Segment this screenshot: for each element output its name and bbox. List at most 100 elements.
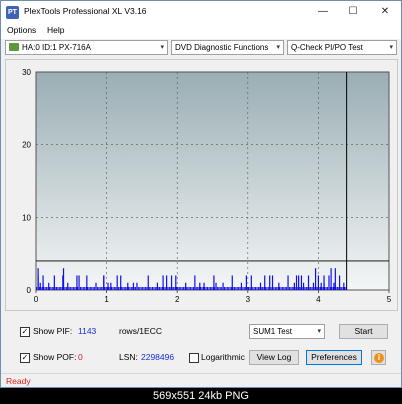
pi-bar-baseline [183,287,185,290]
pi-bar [307,275,310,290]
pi-bar-baseline [266,287,268,290]
pi-bar-baseline [233,287,235,290]
pi-bar-baseline [99,287,101,290]
image-caption: 569x551 24kb PNG [0,388,402,404]
pi-bar-peak [323,275,325,290]
pi-bar-baseline [280,287,282,290]
pi-bar-baseline [197,287,199,290]
pi-bar-peak [199,282,201,290]
pi-bar-peak [42,275,44,290]
x-tick-label: 3 [246,295,251,304]
pi-bar-peak [271,275,274,290]
pi-bar [333,282,335,290]
maximize-button[interactable]: ☐ [343,4,363,19]
pi-bar-baseline [113,287,115,290]
controls-panel: ✓ Show PIF: 1143 rows/1ECC SUM1 Test ▾ S… [1,315,401,375]
plot-area [35,71,390,291]
pi-bar-baseline [84,287,86,290]
pi-bar-peak [132,282,135,290]
pi-bar-baseline [208,287,210,290]
pi-bar-baseline [79,287,81,290]
pi-bar-baseline [224,287,226,290]
test-select[interactable]: Q-Check PI/PO Test ▾ [287,40,397,55]
pi-bar-baseline [68,287,70,290]
pi-bar-peak [103,275,105,290]
pi-bar-baseline [190,287,192,290]
pi-bar-peak [314,268,317,290]
pi-bar-peak [78,275,80,290]
x-tick-label: 2 [175,295,180,304]
pi-bar-baseline [290,287,292,290]
function-select[interactable]: DVD Diagnostic Functions ▾ [171,40,284,55]
sum-test-select-value: SUM1 Test [253,327,292,336]
show-pif-label: Show PIF: [33,326,73,336]
pi-bar [76,275,78,290]
preferences-button[interactable]: Preferences [306,350,362,365]
info-button[interactable]: i [371,350,386,365]
pi-bar-baseline [167,287,169,290]
pi-bar-baseline [253,287,255,290]
pi-bar-baseline [70,287,72,290]
pi-bar-baseline [281,287,283,290]
minimize-button[interactable]: — [313,4,333,19]
pi-bar-baseline [125,287,127,290]
y-tick-label: 0 [27,286,32,295]
info-icon: i [374,353,384,363]
y-tick-label: 10 [22,213,31,222]
pi-bar [287,275,289,290]
show-pif-checkbox[interactable]: ✓ [20,327,30,337]
pi-bar-baseline [123,287,125,290]
pi-bar-peak [295,275,298,290]
pi-bar-baseline [159,287,161,290]
pi-bar-baseline [243,287,245,290]
title-bar[interactable]: PT PlexTools Professional XL V3.16 — ☐ ✕ [1,1,401,23]
pi-bar-peak [162,275,164,290]
pi-bar [312,282,315,290]
pi-bar-baseline [149,287,151,290]
start-button[interactable]: Start [339,324,388,339]
pi-bar [110,282,112,290]
pi-bar-baseline [284,287,286,290]
pi-bar-peak [170,275,173,290]
pi-bar-baseline [105,287,107,290]
window-title: PlexTools Professional XL V3.16 [24,6,147,16]
pi-bar-baseline [188,287,190,290]
pi-bar-baseline [235,287,237,290]
pi-bar-baseline [273,287,275,290]
drive-select[interactable]: HA:0 ID:1 PX-716A ▾ [5,40,168,55]
pi-bar-baseline [209,287,211,290]
pi-bar [67,282,69,290]
pi-bar-baseline [142,287,144,290]
pi-bar-baseline [216,287,218,290]
pi-bar-baseline [71,287,73,290]
pi-bar-baseline [286,287,288,290]
pi-bar-baseline [256,287,258,290]
pi-bar-baseline [115,287,117,290]
sum-test-select[interactable]: SUM1 Test ▾ [249,324,325,339]
pi-bar-baseline [135,287,137,290]
chevron-down-icon: ▾ [160,44,164,51]
menu-options[interactable]: Options [7,25,36,35]
pi-bar-baseline [229,287,231,290]
pi-bar-baseline [336,287,338,290]
pi-bar [166,275,168,290]
pi-bar [222,282,224,290]
pi-bar-baseline [173,287,175,290]
pi-bar-baseline [50,287,52,290]
menu-help[interactable]: Help [47,25,64,35]
pi-bar-baseline [101,287,103,290]
status-bar: Ready [1,373,401,387]
pi-bar-peak [264,275,266,290]
pi-bar-baseline [201,287,203,290]
pi-bar-baseline [144,287,146,290]
pi-bar [250,275,252,290]
pi-bar-baseline [112,287,114,290]
logarithmic-checkbox[interactable] [189,353,199,363]
pi-bar-baseline [225,287,227,290]
show-pof-checkbox[interactable]: ✓ [20,353,30,363]
view-log-button[interactable]: View Log [249,350,299,365]
pi-bar-baseline [262,287,264,290]
pi-bar-baseline [130,287,132,290]
chevron-down-icon: ▾ [389,44,393,51]
close-button[interactable]: ✕ [375,4,395,19]
